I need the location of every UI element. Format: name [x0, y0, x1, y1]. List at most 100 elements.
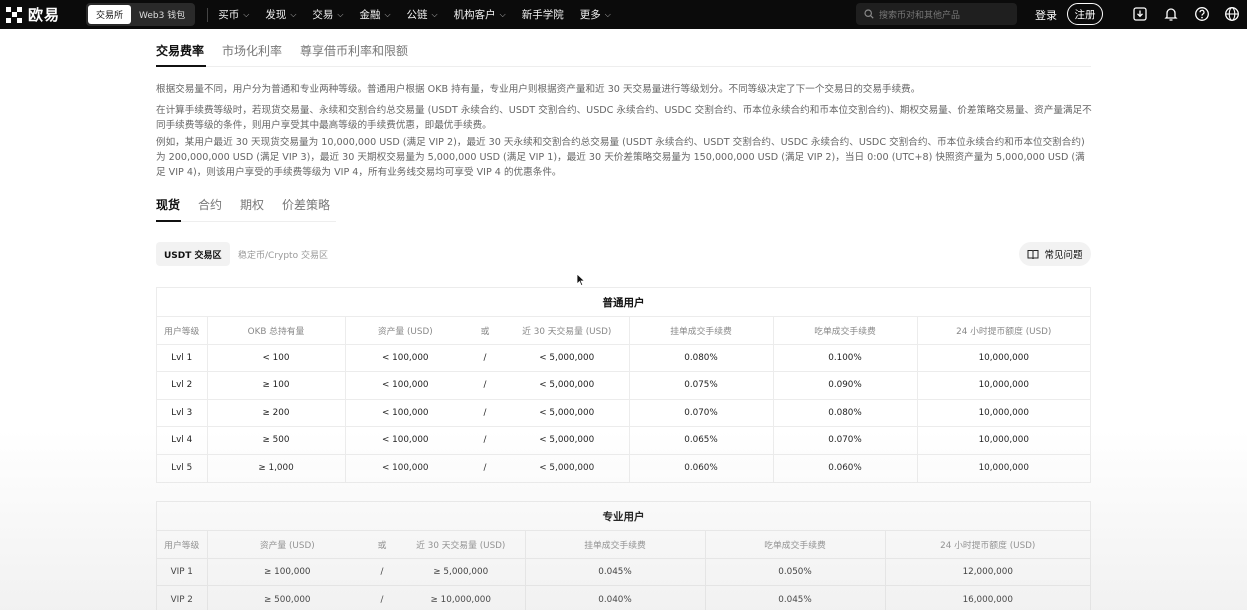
cell-or: / — [465, 426, 505, 455]
tab-spread[interactable]: 价差策略 — [282, 196, 330, 213]
cell-or: / — [483, 463, 487, 473]
tab-spot[interactable]: 现货 — [156, 196, 180, 213]
col-okb-holding: OKB 总持有量 — [207, 317, 346, 345]
login-link[interactable]: 登录 — [1035, 7, 1057, 23]
cell-assets: < 100,000 — [345, 371, 465, 400]
menu-learn[interactable]: 新手学院 — [522, 7, 564, 22]
cell-assets: < 100,000 — [345, 344, 465, 372]
table-row: Lvl 5 ≥ 1,000 < 100,000 / < 5,000,000 0.… — [157, 454, 1090, 482]
globe-icon[interactable] — [1224, 6, 1240, 22]
cell-withdrawal: 16,000,000 — [962, 594, 1013, 605]
col-maker-fee: 挂单成交手续费 — [525, 531, 706, 559]
cell-okb: < 100 — [207, 344, 346, 372]
download-icon[interactable] — [1132, 6, 1148, 22]
col-asset-balance: 资产量 (USD) — [207, 531, 367, 559]
table-title: 普通用户 — [157, 288, 1090, 317]
menu-label: 交易 — [312, 9, 334, 21]
chevron-down-icon: ⌵ — [384, 9, 391, 19]
exchange-mode-tab[interactable]: 交易所 — [88, 5, 132, 24]
cell-assets: ≥ 100,000 — [207, 558, 367, 586]
cell-level: VIP 2 — [157, 585, 208, 610]
cell-level: VIP 1 — [157, 558, 208, 586]
faq-label: 常见问题 — [1044, 250, 1083, 261]
search-input[interactable]: 搜索币对和其他产品 — [856, 3, 1017, 25]
cell-volume: < 5,000,000 — [505, 426, 630, 455]
cell-okb: ≥ 100 — [207, 371, 346, 400]
cell-volume: < 5,000,000 — [505, 344, 630, 372]
menu-institutional[interactable]: 机构客户 ⌵ — [454, 7, 506, 22]
table-row: VIP 1 ≥ 100,000 / ≥ 5,000,000 0.045% 0.0… — [157, 558, 1090, 586]
register-button[interactable]: 注册 — [1067, 3, 1103, 25]
tab-trading-fees[interactable]: 交易费率 — [156, 42, 204, 59]
intro-paragraph-3: 例如，某用户最近 30 天现货交易量为 10,000,000 USD (满足 V… — [156, 137, 1085, 178]
main-menu: 买币 ⌵ 发现 ⌵ 交易 ⌵ 金融 ⌵ 公链 ⌵ 机构客户 ⌵ 新手学院 更多 ⌵ — [218, 7, 627, 22]
cell-taker: 0.045% — [705, 585, 886, 610]
cell-assets: < 100,000 — [345, 399, 465, 427]
menu-chain[interactable]: 公链 ⌵ — [407, 7, 438, 22]
cell-withdrawal: 10,000,000 — [917, 426, 1090, 455]
faq-button[interactable]: 常见问题 — [1019, 242, 1091, 266]
table-row: Lvl 3 ≥ 200 < 100,000 / < 5,000,000 0.07… — [157, 399, 1090, 427]
okx-logo-icon — [6, 6, 22, 23]
menu-trade[interactable]: 交易 ⌵ — [312, 7, 343, 22]
table-title: 专业用户 — [157, 502, 1090, 531]
cell-withdrawal: 10,000,000 — [917, 344, 1090, 372]
tab-futures[interactable]: 合约 — [198, 196, 222, 213]
menu-buy-crypto[interactable]: 买币 ⌵ — [218, 7, 249, 22]
col-asset-balance: 资产量 (USD) — [345, 317, 465, 345]
chevron-down-icon: ⌵ — [499, 9, 506, 19]
cell-level: Lvl 1 — [157, 344, 208, 372]
cell-volume: < 5,000,000 — [505, 454, 630, 482]
cell-level: Lvl 5 — [157, 454, 208, 482]
cell-withdrawal: 10,000,000 — [917, 371, 1090, 400]
page-tabs: 交易费率 市场化利率 尊享借币利率和限额 — [156, 42, 426, 59]
col-30d-volume: 近 30 天交易量 (USD) — [505, 317, 630, 345]
cell-okb: ≥ 1,000 — [207, 454, 346, 482]
col-user-level: 用户等级 — [157, 531, 208, 559]
col-taker-fee: 吃单成交手续费 — [773, 317, 918, 345]
cell-assets: ≥ 500,000 — [263, 594, 311, 605]
cell-assets: < 100,000 — [381, 463, 429, 473]
menu-label: 公链 — [406, 9, 428, 21]
menu-finance[interactable]: 金融 ⌵ — [359, 7, 390, 22]
col-taker-fee: 吃单成交手续费 — [705, 531, 886, 559]
cell-maker: 0.060% — [629, 454, 774, 482]
logo-text: 欧易 — [28, 6, 61, 24]
mode-switch: 交易所 Web3 钱包 — [86, 3, 196, 26]
zone-stablecoin-crypto[interactable]: 稳定币/Crypto 交易区 — [230, 242, 336, 266]
tab-vip-loan-rates[interactable]: 尊享借币利率和限额 — [300, 42, 408, 59]
logo[interactable]: 欧易 — [6, 4, 78, 25]
table-header-row: 用户等级 OKB 总持有量 资产量 (USD) 或 近 30 天交易量 (USD… — [157, 317, 1090, 345]
cell-taker: 0.060% — [773, 454, 918, 482]
search-icon — [864, 9, 874, 19]
cell-level: Lvl 3 — [157, 399, 208, 427]
cell-volume: < 5,000,000 — [505, 371, 630, 400]
active-tab-indicator — [156, 65, 206, 67]
bell-icon[interactable] — [1163, 6, 1179, 22]
menu-label: 买币 — [218, 9, 240, 21]
cell-withdrawal: 10,000,000 — [978, 463, 1029, 473]
help-icon[interactable] — [1194, 6, 1210, 22]
tab-market-rates[interactable]: 市场化利率 — [222, 42, 282, 59]
table-row: Lvl 2 ≥ 100 < 100,000 / < 5,000,000 0.07… — [157, 371, 1090, 400]
col-24h-withdrawal-limit: 24 小时提币额度 (USD) — [917, 317, 1090, 345]
cell-okb: ≥ 500 — [207, 426, 346, 455]
cell-or: / — [465, 399, 505, 427]
nav-divider — [207, 7, 209, 22]
zone-usdt[interactable]: USDT 交易区 — [156, 242, 230, 266]
menu-more[interactable]: 更多 ⌵ — [580, 7, 611, 22]
cell-maker: 0.065% — [629, 426, 774, 455]
cell-maker: 0.075% — [629, 371, 774, 400]
book-icon — [1027, 249, 1039, 259]
pro-users-table: 专业用户 用户等级 资产量 (USD) 或 近 30 天交易量 (USD) 挂单… — [156, 501, 1091, 610]
active-product-tab-indicator — [156, 220, 181, 222]
product-tabs: 现货 合约 期权 价差策略 — [156, 196, 348, 213]
web3-wallet-mode-tab[interactable]: Web3 钱包 — [131, 5, 193, 24]
chevron-down-icon: ⌵ — [290, 9, 297, 19]
cell-or: / — [465, 371, 505, 400]
table-row: VIP 2 ≥ 500,000 / ≥ 10,000,000 0.040% 0.… — [157, 585, 1090, 610]
tab-options[interactable]: 期权 — [240, 196, 264, 213]
cell-or: / — [380, 594, 384, 605]
menu-label: 发现 — [265, 9, 287, 21]
menu-discover[interactable]: 发现 ⌵ — [265, 7, 296, 22]
